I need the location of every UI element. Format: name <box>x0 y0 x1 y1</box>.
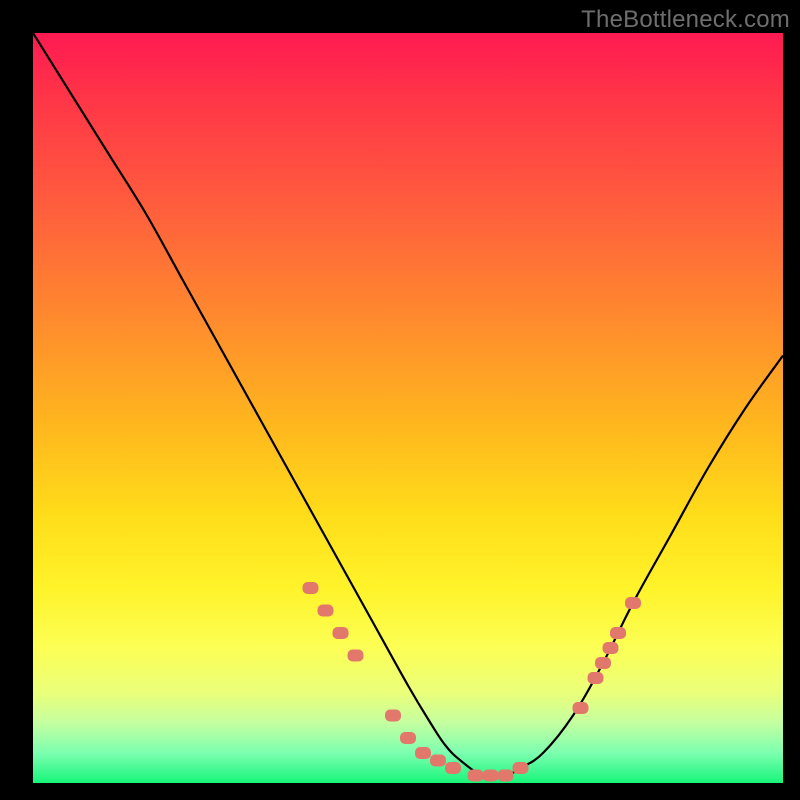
marker-point <box>400 732 416 744</box>
marker-point <box>498 770 514 782</box>
marker-point <box>603 642 619 654</box>
marker-point <box>610 627 626 639</box>
marker-point <box>303 582 319 594</box>
marker-point <box>445 762 461 774</box>
plot-area <box>33 33 783 783</box>
marker-point <box>573 702 589 714</box>
marker-point <box>588 672 604 684</box>
marker-point <box>318 605 334 617</box>
marker-point <box>595 657 611 669</box>
chart-frame: TheBottleneck.com <box>0 0 800 800</box>
marker-point <box>430 755 446 767</box>
watermark-text: TheBottleneck.com <box>581 6 790 34</box>
marker-point <box>513 762 529 774</box>
curve-layer <box>33 33 783 783</box>
marker-point <box>385 710 401 722</box>
marker-point <box>415 747 431 759</box>
marker-point <box>333 627 349 639</box>
marker-point <box>468 770 484 782</box>
marker-point <box>483 770 499 782</box>
marker-group <box>303 582 642 782</box>
marker-point <box>348 650 364 662</box>
marker-point <box>625 597 641 609</box>
bottleneck-curve <box>33 33 783 777</box>
